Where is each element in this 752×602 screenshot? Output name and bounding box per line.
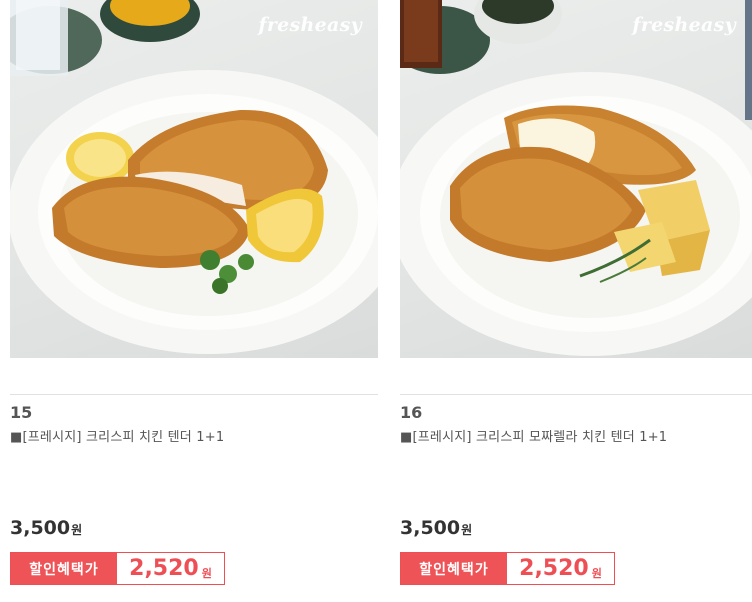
product-name-link[interactable]: ■[프레시지] 크리스피 치킨 텐더 1+1 (10, 426, 224, 445)
discount-price-value: 2,520 (129, 556, 199, 581)
discount-price: 2,520 원 (117, 553, 224, 584)
discount-price-box: 할인혜택가 2,520 원 (400, 552, 615, 585)
brand-watermark: fresheasy (258, 14, 362, 36)
divider (10, 394, 378, 395)
product-price: 3,500원 (400, 517, 472, 539)
product-card[interactable]: fresheasy 16 ■[프레시지] 크리스피 모짜렐라 치킨 텐더 1+1… (400, 0, 752, 602)
chicken-tender-photo (10, 0, 378, 354)
product-image[interactable]: fresheasy (400, 0, 752, 358)
discount-price: 2,520 원 (507, 553, 614, 584)
price-unit: 원 (461, 523, 473, 537)
discount-price-box: 할인혜택가 2,520 원 (10, 552, 225, 585)
product-name-link[interactable]: ■[프레시지] 크리스피 모짜렐라 치킨 텐더 1+1 (400, 426, 667, 445)
discount-label: 할인혜택가 (11, 553, 117, 584)
discount-price-unit: 원 (201, 566, 212, 580)
brand-watermark: fresheasy (632, 14, 736, 36)
discount-label: 할인혜택가 (401, 553, 507, 584)
product-card[interactable]: fresheasy 15 ■[프레시지] 크리스피 치킨 텐더 1+1 3,50… (10, 0, 378, 602)
product-number: 15 (10, 403, 33, 422)
price-value: 3,500 (400, 517, 461, 539)
price-unit: 원 (71, 523, 83, 537)
divider (400, 394, 752, 395)
discount-price-unit: 원 (591, 566, 602, 580)
product-price: 3,500원 (10, 517, 82, 539)
price-value: 3,500 (10, 517, 71, 539)
discount-price-value: 2,520 (519, 556, 589, 581)
product-image[interactable]: fresheasy (10, 0, 378, 358)
next-card-edge (745, 0, 752, 120)
product-number: 16 (400, 403, 423, 422)
mozzarella-chicken-tender-photo (400, 0, 752, 356)
